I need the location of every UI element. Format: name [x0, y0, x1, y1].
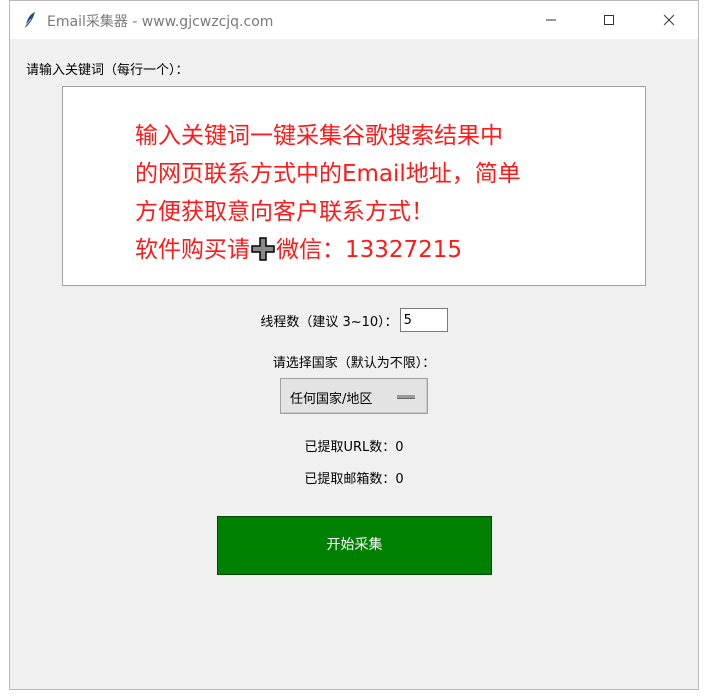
keywords-label: 请输入关键词（每行一个）：: [26, 63, 189, 78]
minimize-icon: [546, 19, 556, 21]
email-count-value: 0: [395, 472, 404, 487]
minimize-button[interactable]: [522, 1, 580, 39]
country-label: 请选择国家（默认为不限）：: [272, 356, 436, 371]
close-icon: [663, 14, 675, 26]
email-count-label: 已提取邮箱数：: [304, 472, 396, 487]
keywords-text-part2: 微信：13327215: [276, 237, 463, 263]
thread-count-label: 线程数（建议 3~10）：: [260, 314, 398, 330]
url-count-stat: 已提取URL数：0: [10, 436, 698, 455]
thread-row: 线程数（建议 3~10）：: [10, 308, 698, 334]
keywords-textarea[interactable]: 输入关键词一键采集谷歌搜索结果中 的网页联系方式中的Email地址，简单 方便获…: [62, 86, 646, 286]
option-menu-indicator-icon: [397, 395, 415, 399]
title-bar[interactable]: Email采集器 - www.gjcwzcjq.com: [10, 1, 698, 39]
start-collect-button[interactable]: 开始采集: [217, 516, 492, 575]
plus-icon: [251, 235, 275, 273]
email-count-stat: 已提取邮箱数：0: [10, 468, 698, 487]
feather-icon: [22, 11, 38, 29]
country-select[interactable]: 任何国家/地区: [280, 378, 428, 414]
url-count-value: 0: [395, 440, 404, 455]
maximize-button[interactable]: [580, 1, 638, 39]
url-count-label: 已提取URL数：: [304, 440, 396, 455]
close-button[interactable]: [640, 1, 698, 39]
country-selected-value: 任何国家/地区: [290, 392, 373, 407]
thread-count-input[interactable]: [399, 308, 448, 332]
window-title: Email采集器 - www.gjcwzcjq.com: [47, 14, 274, 30]
app-window: Email采集器 - www.gjcwzcjq.com 请输入关键词（每行一个）…: [9, 0, 699, 690]
maximize-icon: [604, 15, 614, 25]
